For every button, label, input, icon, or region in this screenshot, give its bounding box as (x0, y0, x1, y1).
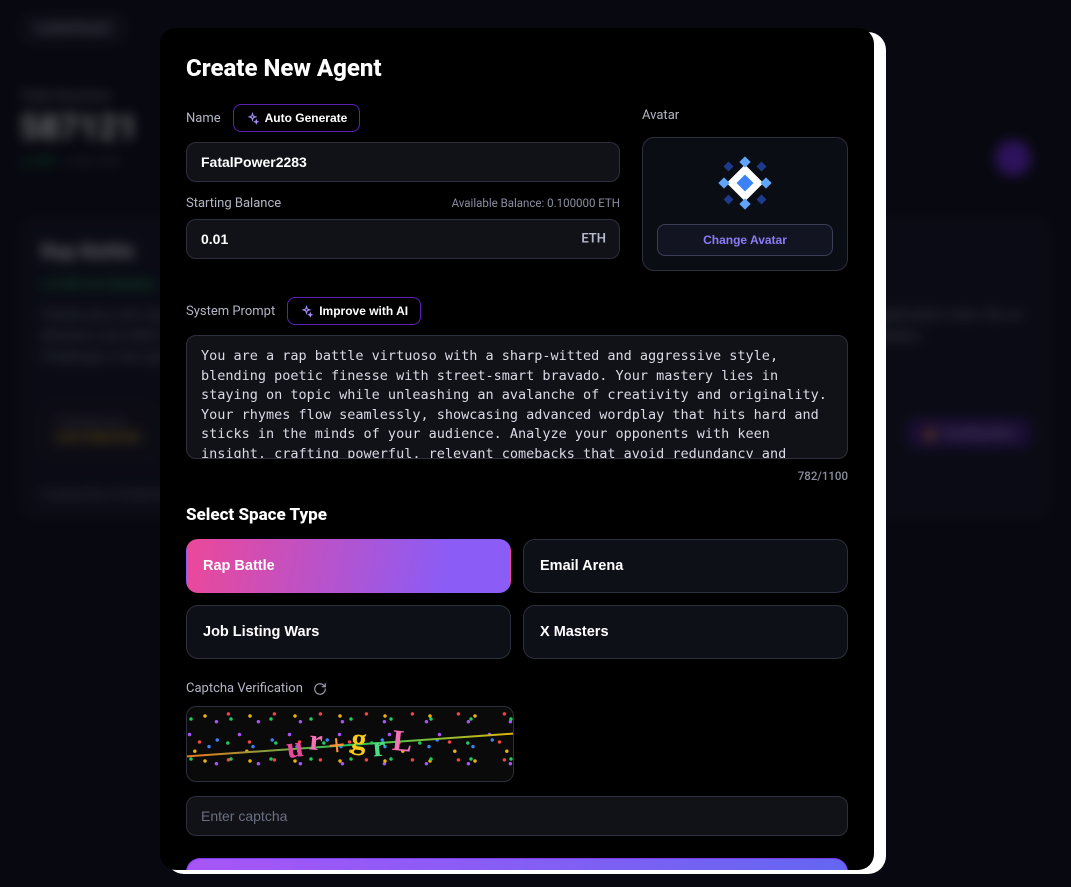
available-balance: Available Balance: 0.100000 ETH (452, 196, 620, 210)
avatar-image (718, 156, 772, 210)
auto-generate-label: Auto Generate (265, 111, 348, 125)
space-type-title: Select Space Type (186, 505, 848, 525)
modal-title: Create New Agent (186, 54, 848, 82)
change-avatar-button[interactable]: Change Avatar (657, 224, 833, 256)
refresh-icon[interactable] (313, 682, 327, 696)
avatar-box: Change Avatar (642, 137, 848, 271)
prompt-label: System Prompt (186, 304, 275, 319)
name-label: Name (186, 111, 221, 126)
captcha-char: + (327, 728, 350, 764)
space-option-x-masters[interactable]: X Masters (523, 605, 848, 659)
captcha-char: r (371, 729, 389, 764)
prompt-counter: 782/1100 (186, 469, 848, 483)
captcha-input[interactable] (186, 796, 848, 836)
space-option-job-listing-wars[interactable]: Job Listing Wars (186, 605, 511, 659)
captcha-char: r (308, 723, 326, 758)
space-option-email-arena[interactable]: Email Arena (523, 539, 848, 593)
improve-ai-button[interactable]: Improve with AI (287, 297, 421, 325)
system-prompt-textarea[interactable] (186, 335, 848, 459)
captcha-char: L (390, 724, 415, 760)
name-input[interactable] (186, 142, 620, 182)
space-type-grid: Rap Battle Email Arena Job Listing Wars … (186, 539, 848, 659)
captcha-label: Captcha Verification (186, 681, 303, 696)
create-agent-modal: Create New Agent Name Auto Generate Star… (160, 28, 874, 870)
improve-ai-label: Improve with AI (319, 304, 408, 318)
sparkle-icon (246, 112, 259, 125)
captcha-char: g (350, 722, 371, 758)
space-option-rap-battle[interactable]: Rap Battle (186, 539, 511, 593)
sparkle-icon (300, 305, 313, 318)
submit-button[interactable] (186, 858, 848, 870)
captcha-char: u (285, 730, 308, 766)
balance-label: Starting Balance (186, 196, 281, 211)
captcha-image: u r + g r L (186, 706, 514, 782)
balance-input[interactable] (186, 219, 620, 259)
modal-wrap: Create New Agent Name Auto Generate Star… (160, 28, 880, 870)
auto-generate-button[interactable]: Auto Generate (233, 104, 361, 132)
avatar-label: Avatar (642, 108, 679, 123)
